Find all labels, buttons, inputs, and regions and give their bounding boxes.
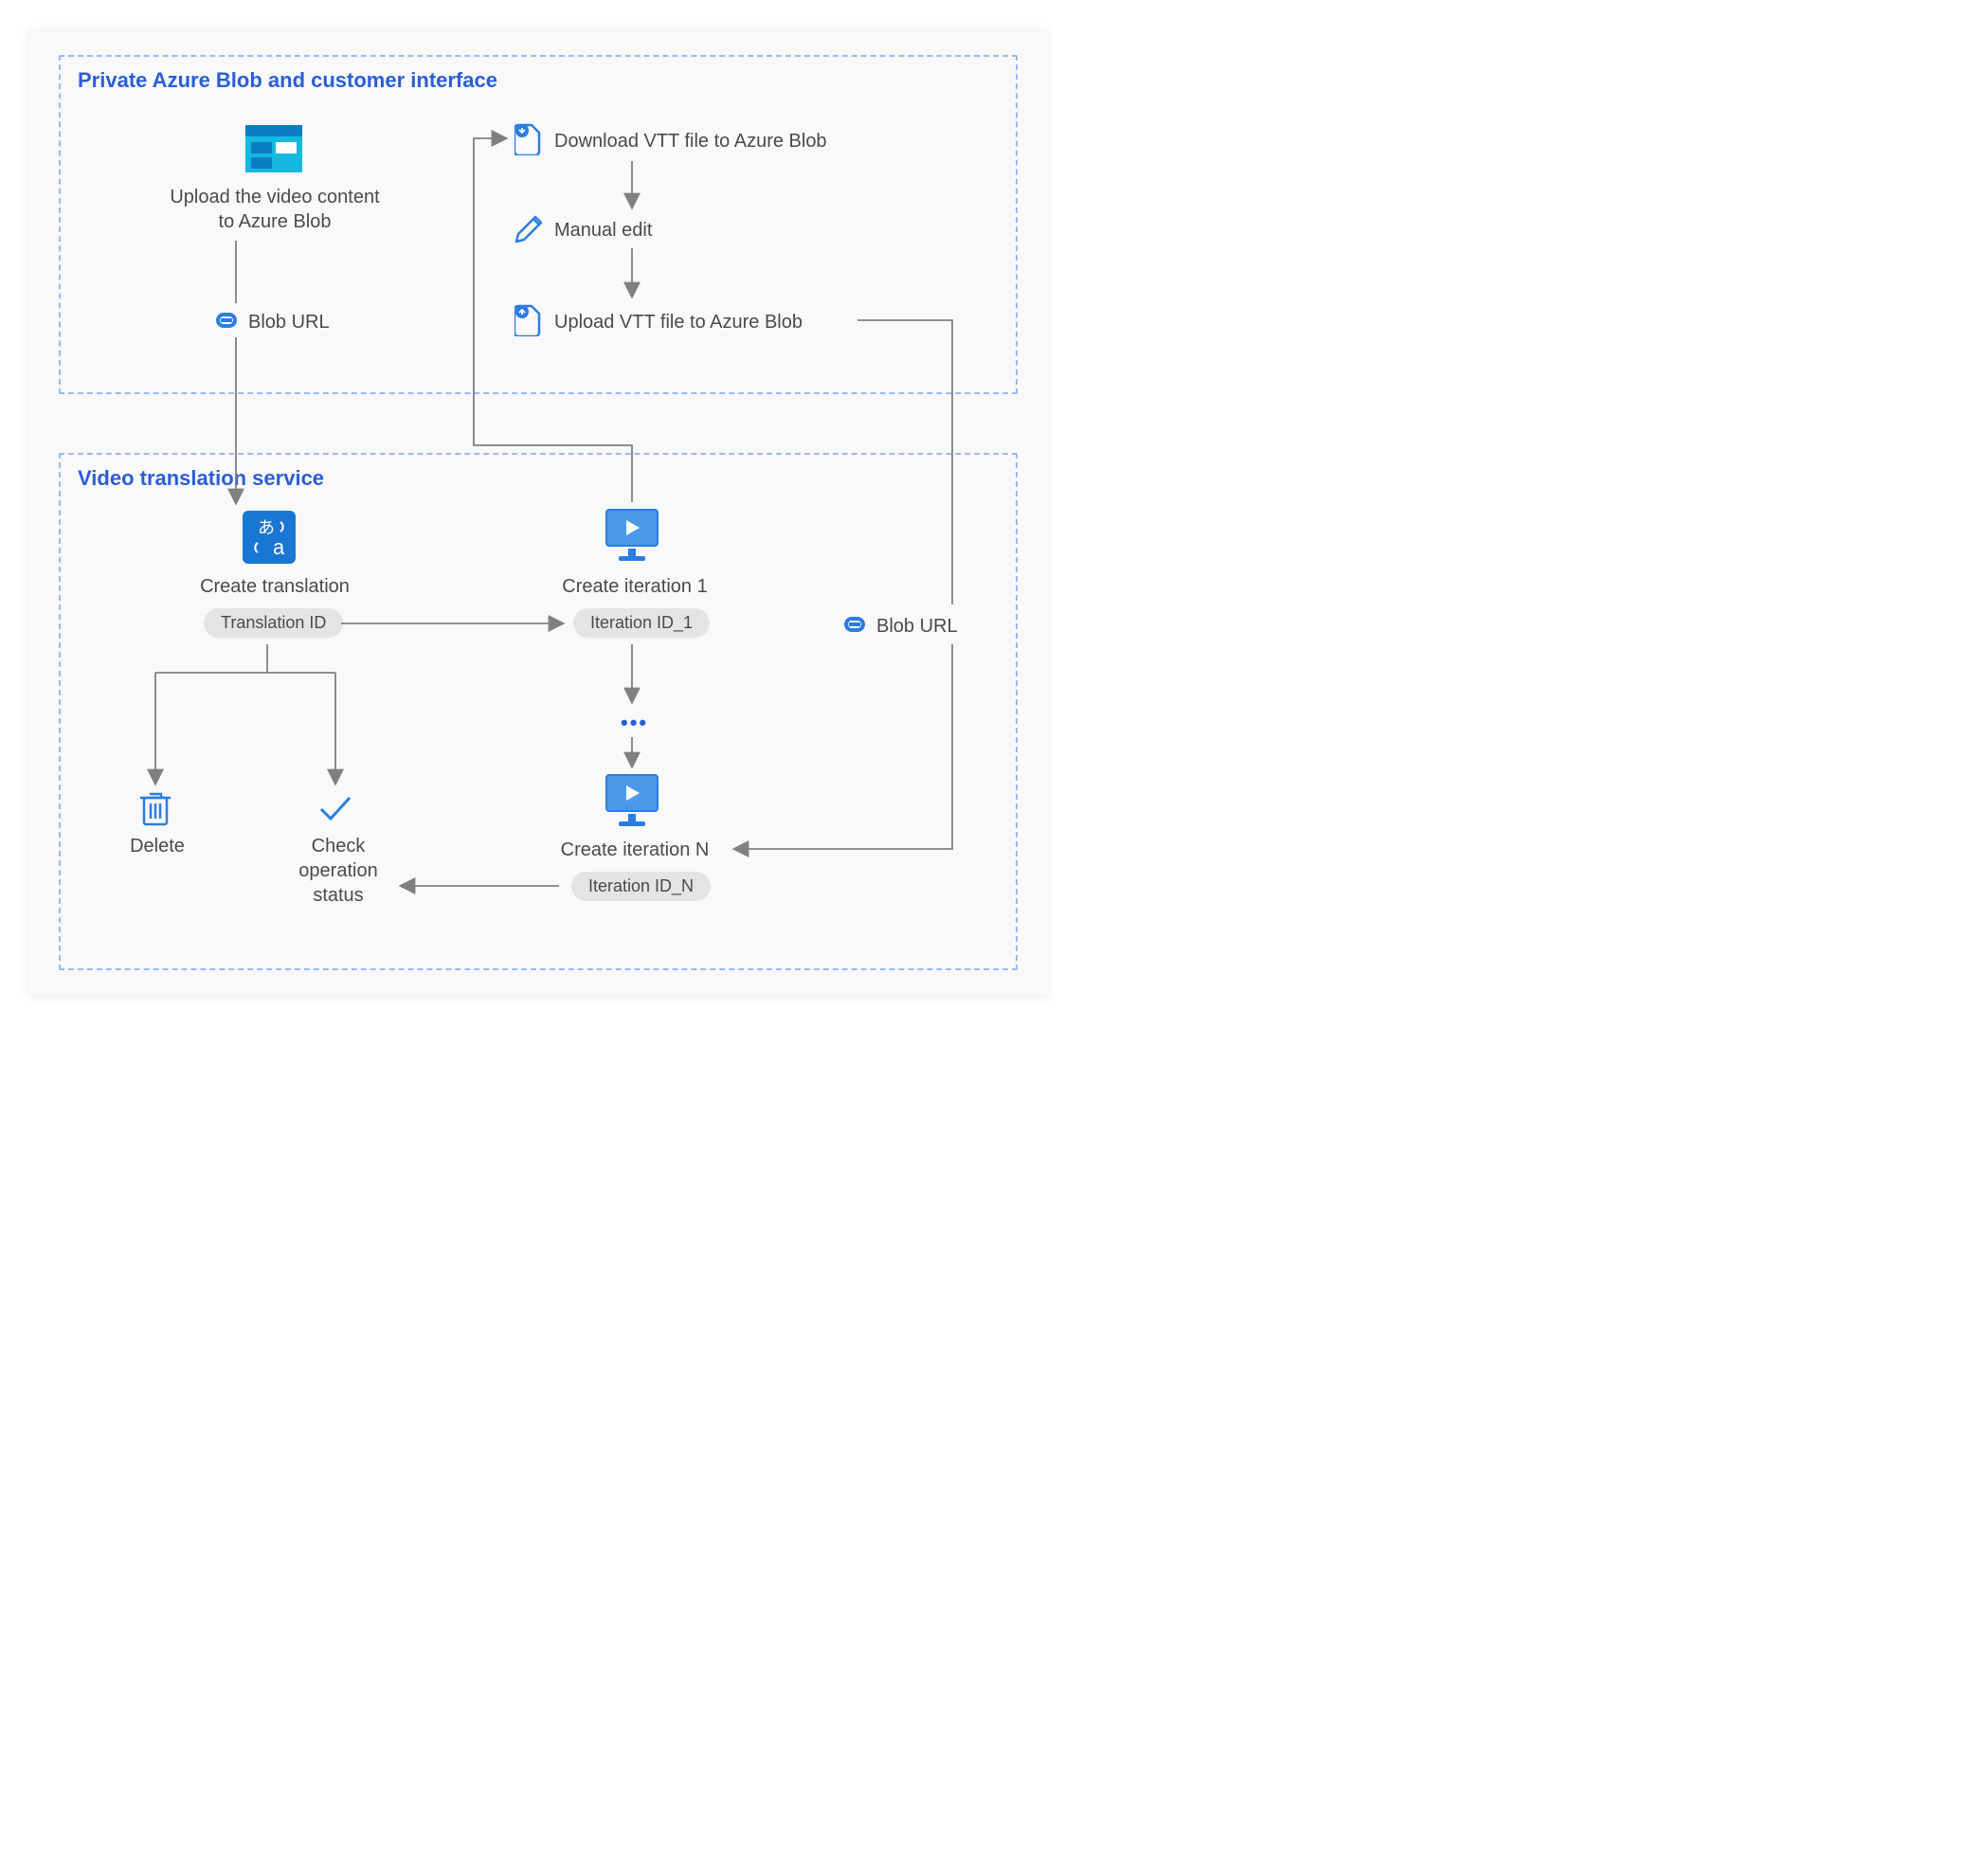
label-download-vtt: Download VTT file to Azure Blob — [554, 129, 895, 153]
download-file-icon — [514, 121, 543, 160]
ellipsis-icon: ••• — [621, 711, 648, 735]
pill-iter-id1: Iteration ID_1 — [573, 608, 710, 638]
region-service-title: Video translation service — [78, 466, 324, 491]
translate-icon: あ a — [243, 511, 296, 568]
label-create-iterN: Create iteration N — [540, 838, 730, 862]
region-service: Video translation service — [59, 453, 1018, 970]
label-check-status: Check operation status — [286, 834, 390, 908]
pill-translation-id: Translation ID — [204, 608, 343, 638]
link-icon — [210, 307, 243, 338]
play-monitor-icon — [602, 507, 662, 568]
label-upload-vtt: Upload VTT file to Azure Blob — [554, 310, 895, 334]
region-blob-title: Private Azure Blob and customer interfac… — [78, 68, 497, 93]
label-create-translation: Create translation — [180, 574, 370, 599]
app-tile-icon — [245, 125, 302, 177]
svg-text:a: a — [273, 535, 285, 559]
diagram-canvas: Private Azure Blob and customer interfac… — [28, 28, 1048, 995]
play-monitor-icon — [602, 772, 662, 834]
label-blob-url-2: Blob URL — [876, 614, 990, 639]
svg-text:あ: あ — [258, 518, 275, 537]
trash-icon — [138, 790, 172, 833]
pencil-icon — [514, 213, 545, 248]
label-upload-video: Upload the video content to Azure Blob — [161, 185, 388, 234]
upload-file-icon — [514, 302, 543, 341]
link-icon — [839, 611, 871, 642]
pill-iter-idN: Iteration ID_N — [571, 872, 711, 901]
label-delete: Delete — [119, 834, 195, 858]
label-create-iter1: Create iteration 1 — [540, 574, 730, 599]
check-icon — [317, 794, 353, 829]
label-manual-edit: Manual edit — [554, 218, 744, 243]
label-blob-url: Blob URL — [248, 310, 362, 334]
